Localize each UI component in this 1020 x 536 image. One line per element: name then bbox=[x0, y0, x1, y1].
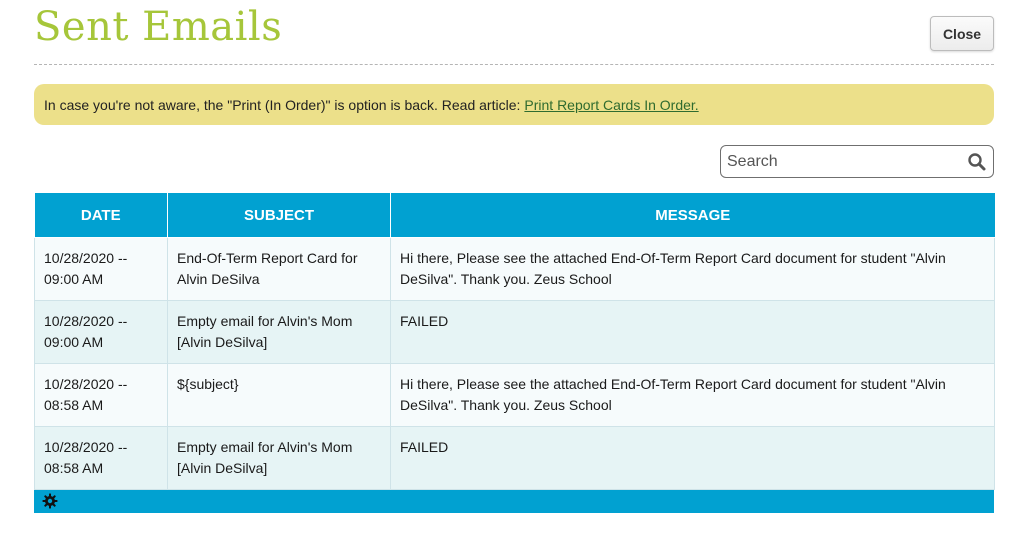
cell-message: FAILED bbox=[390, 426, 995, 490]
search-box bbox=[720, 145, 994, 178]
close-button[interactable]: Close bbox=[930, 16, 994, 51]
cell-date: 10/28/2020 -- 09:00 AM bbox=[34, 237, 168, 301]
cell-date: 10/28/2020 -- 08:58 AM bbox=[34, 363, 168, 427]
cell-subject: Empty email for Alvin's Mom [Alvin DeSil… bbox=[167, 426, 391, 490]
notice-text: In case you're not aware, the "Print (In… bbox=[44, 96, 521, 113]
cell-message: Hi there, Please see the attached End-Of… bbox=[390, 363, 995, 427]
table-row[interactable]: 10/28/2020 -- 08:58 AM ${subject} Hi the… bbox=[34, 363, 995, 427]
cell-subject: Empty email for Alvin's Mom [Alvin DeSil… bbox=[167, 300, 391, 364]
table-header-row: DATE SUBJECT MESSAGE bbox=[34, 193, 995, 238]
notice-banner: In case you're not aware, the "Print (In… bbox=[34, 84, 994, 125]
column-header-subject[interactable]: SUBJECT bbox=[167, 193, 391, 238]
table-footer-bar bbox=[34, 490, 994, 513]
search-icon[interactable] bbox=[967, 152, 987, 172]
table-row[interactable]: 10/28/2020 -- 08:58 AM Empty email for A… bbox=[34, 426, 995, 490]
column-header-message[interactable]: MESSAGE bbox=[390, 193, 995, 238]
page-title: Sent Emails bbox=[34, 4, 283, 50]
page-header: Sent Emails Close bbox=[34, 0, 994, 65]
table-row[interactable]: 10/28/2020 -- 09:00 AM End-Of-Term Repor… bbox=[34, 237, 995, 301]
cell-date: 10/28/2020 -- 09:00 AM bbox=[34, 300, 168, 364]
gear-icon[interactable] bbox=[42, 493, 58, 509]
sent-emails-table: DATE SUBJECT MESSAGE 10/28/2020 -- 09:00… bbox=[34, 193, 995, 513]
search-input[interactable] bbox=[721, 146, 967, 177]
cell-message: Hi there, Please see the attached End-Of… bbox=[390, 237, 995, 301]
cell-message: FAILED bbox=[390, 300, 995, 364]
notice-link[interactable]: Print Report Cards In Order. bbox=[524, 97, 698, 113]
cell-date: 10/28/2020 -- 08:58 AM bbox=[34, 426, 168, 490]
table-row[interactable]: 10/28/2020 -- 09:00 AM Empty email for A… bbox=[34, 300, 995, 364]
column-header-date[interactable]: DATE bbox=[34, 193, 168, 238]
cell-subject: End-Of-Term Report Card for Alvin DeSilv… bbox=[167, 237, 391, 301]
cell-subject: ${subject} bbox=[167, 363, 391, 427]
